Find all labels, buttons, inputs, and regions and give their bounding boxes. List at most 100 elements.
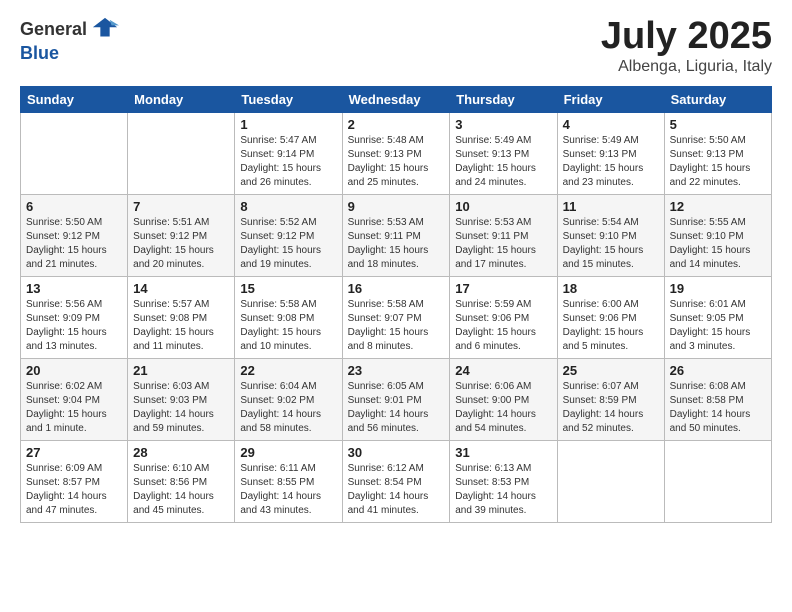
day-detail: Sunrise: 5:54 AMSunset: 9:10 PMDaylight:… <box>563 216 659 272</box>
location: Albenga, Liguria, Italy <box>601 58 772 76</box>
calendar-week-row: 6 Sunrise: 5:50 AMSunset: 9:12 PMDaylight… <box>21 194 772 276</box>
day-number: 24 <box>455 363 551 378</box>
calendar-cell: 11 Sunrise: 5:54 AMSunset: 9:10 PMDayligh… <box>557 194 664 276</box>
day-detail: Sunrise: 6:08 AMSunset: 8:58 PMDaylight:… <box>670 380 766 436</box>
day-detail: Sunrise: 5:58 AMSunset: 9:07 PMDaylight:… <box>348 298 445 354</box>
day-number: 13 <box>26 281 122 296</box>
day-number: 30 <box>348 445 445 460</box>
day-detail: Sunrise: 6:06 AMSunset: 9:00 PMDaylight:… <box>455 380 551 436</box>
calendar-cell: 7Sunrise: 5:51 AMSunset: 9:12 PMDaylight… <box>128 194 235 276</box>
calendar-cell <box>664 440 771 522</box>
calendar-cell: 17Sunrise: 5:59 AMSunset: 9:06 PMDayligh… <box>450 276 557 358</box>
day-detail: Sunrise: 5:48 AMSunset: 9:13 PMDaylight:… <box>348 134 445 190</box>
calendar-cell: 25 Sunrise: 6:07 AMSunset: 8:59 PMDayligh… <box>557 358 664 440</box>
day-number: 9 <box>348 199 445 214</box>
day-number: 3 <box>455 117 551 132</box>
day-number: 18 <box>563 281 659 296</box>
calendar-cell: 16Sunrise: 5:58 AMSunset: 9:07 PMDayligh… <box>342 276 450 358</box>
calendar-week-row: 20Sunrise: 6:02 AMSunset: 9:04 PMDayligh… <box>21 358 772 440</box>
calendar-cell: 31 Sunrise: 6:13 AMSunset: 8:53 PMDayligh… <box>450 440 557 522</box>
calendar-cell: 27Sunrise: 6:09 AMSunset: 8:57 PMDayligh… <box>21 440 128 522</box>
day-number: 5 <box>670 117 766 132</box>
day-number: 8 <box>240 199 336 214</box>
calendar-cell <box>128 112 235 194</box>
day-detail: Sunrise: 5:55 AMSunset: 9:10 PMDaylight:… <box>670 216 766 272</box>
day-detail: Sunrise: 6:01 AMSunset: 9:05 PMDaylight:… <box>670 298 766 354</box>
title-block: July 2025 Albenga, Liguria, Italy <box>601 16 772 76</box>
calendar-cell: 23Sunrise: 6:05 AMSunset: 9:01 PMDayligh… <box>342 358 450 440</box>
month-title: July 2025 <box>601 16 772 58</box>
calendar-week-row: 27Sunrise: 6:09 AMSunset: 8:57 PMDayligh… <box>21 440 772 522</box>
calendar-cell: 13 Sunrise: 5:56 AMSunset: 9:09 PMDayligh… <box>21 276 128 358</box>
calendar-cell: 8 Sunrise: 5:52 AMSunset: 9:12 PMDaylight… <box>235 194 342 276</box>
day-number: 11 <box>563 199 659 214</box>
calendar-header-row: Sunday Monday Tuesday Wednesday Thursday… <box>21 86 772 112</box>
day-number: 14 <box>133 281 229 296</box>
day-number: 22 <box>240 363 336 378</box>
day-detail: Sunrise: 5:58 AMSunset: 9:08 PMDaylight:… <box>240 298 336 354</box>
calendar-cell: 2 Sunrise: 5:48 AMSunset: 9:13 PMDaylight… <box>342 112 450 194</box>
calendar-cell: 9 Sunrise: 5:53 AMSunset: 9:11 PMDaylight… <box>342 194 450 276</box>
calendar-cell: 19 Sunrise: 6:01 AMSunset: 9:05 PMDayligh… <box>664 276 771 358</box>
calendar-cell: 30Sunrise: 6:12 AMSunset: 8:54 PMDayligh… <box>342 440 450 522</box>
day-number: 28 <box>133 445 229 460</box>
logo: General Blue <box>20 16 119 64</box>
day-number: 31 <box>455 445 551 460</box>
calendar-cell: 22Sunrise: 6:04 AMSunset: 9:02 PMDayligh… <box>235 358 342 440</box>
calendar-cell: 4Sunrise: 5:49 AMSunset: 9:13 PMDaylight… <box>557 112 664 194</box>
calendar-cell: 20Sunrise: 6:02 AMSunset: 9:04 PMDayligh… <box>21 358 128 440</box>
day-detail: Sunrise: 5:49 AMSunset: 9:13 PMDaylight:… <box>455 134 551 190</box>
day-detail: Sunrise: 6:13 AMSunset: 8:53 PMDaylight:… <box>455 462 551 518</box>
col-friday: Friday <box>557 86 664 112</box>
calendar-cell: 15 Sunrise: 5:58 AMSunset: 9:08 PMDayligh… <box>235 276 342 358</box>
day-number: 7 <box>133 199 229 214</box>
calendar-cell: 29 Sunrise: 6:11 AMSunset: 8:55 PMDayligh… <box>235 440 342 522</box>
day-detail: Sunrise: 6:02 AMSunset: 9:04 PMDaylight:… <box>26 380 122 436</box>
calendar-cell: 26 Sunrise: 6:08 AMSunset: 8:58 PMDayligh… <box>664 358 771 440</box>
day-number: 21 <box>133 363 229 378</box>
col-saturday: Saturday <box>664 86 771 112</box>
day-number: 2 <box>348 117 445 132</box>
day-number: 15 <box>240 281 336 296</box>
calendar-table: Sunday Monday Tuesday Wednesday Thursday… <box>20 86 772 523</box>
day-detail: Sunrise: 6:03 AMSunset: 9:03 PMDaylight:… <box>133 380 229 436</box>
day-detail: Sunrise: 5:53 AMSunset: 9:11 PMDaylight:… <box>455 216 551 272</box>
day-number: 6 <box>26 199 122 214</box>
day-detail: Sunrise: 5:57 AMSunset: 9:08 PMDaylight:… <box>133 298 229 354</box>
day-number: 10 <box>455 199 551 214</box>
day-detail: Sunrise: 5:53 AMSunset: 9:11 PMDaylight:… <box>348 216 445 272</box>
logo-bird-icon <box>91 16 119 44</box>
day-detail: Sunrise: 5:47 AMSunset: 9:14 PMDaylight:… <box>240 134 336 190</box>
day-number: 12 <box>670 199 766 214</box>
day-detail: Sunrise: 5:49 AMSunset: 9:13 PMDaylight:… <box>563 134 659 190</box>
calendar-cell <box>21 112 128 194</box>
calendar-cell: 1 Sunrise: 5:47 AMSunset: 9:14 PMDaylight… <box>235 112 342 194</box>
day-number: 29 <box>240 445 336 460</box>
col-monday: Monday <box>128 86 235 112</box>
day-number: 19 <box>670 281 766 296</box>
calendar-cell: 21 Sunrise: 6:03 AMSunset: 9:03 PMDayligh… <box>128 358 235 440</box>
calendar-cell: 10 Sunrise: 5:53 AMSunset: 9:11 PMDayligh… <box>450 194 557 276</box>
day-detail: Sunrise: 5:56 AMSunset: 9:09 PMDaylight:… <box>26 298 122 354</box>
col-sunday: Sunday <box>21 86 128 112</box>
day-detail: Sunrise: 6:07 AMSunset: 8:59 PMDaylight:… <box>563 380 659 436</box>
calendar-cell <box>557 440 664 522</box>
col-thursday: Thursday <box>450 86 557 112</box>
header: General Blue July 2025 Albenga, Liguria,… <box>20 16 772 76</box>
calendar-cell: 28 Sunrise: 6:10 AMSunset: 8:56 PMDayligh… <box>128 440 235 522</box>
day-detail: Sunrise: 5:50 AMSunset: 9:12 PMDaylight:… <box>26 216 122 272</box>
day-detail: Sunrise: 6:10 AMSunset: 8:56 PMDaylight:… <box>133 462 229 518</box>
day-detail: Sunrise: 6:11 AMSunset: 8:55 PMDaylight:… <box>240 462 336 518</box>
calendar-cell: 24 Sunrise: 6:06 AMSunset: 9:00 PMDayligh… <box>450 358 557 440</box>
logo-blue-text: Blue <box>20 43 59 63</box>
calendar-week-row: 13 Sunrise: 5:56 AMSunset: 9:09 PMDayligh… <box>21 276 772 358</box>
calendar-cell: 18Sunrise: 6:00 AMSunset: 9:06 PMDayligh… <box>557 276 664 358</box>
calendar-cell: 14 Sunrise: 5:57 AMSunset: 9:08 PMDayligh… <box>128 276 235 358</box>
day-detail: Sunrise: 5:52 AMSunset: 9:12 PMDaylight:… <box>240 216 336 272</box>
day-number: 1 <box>240 117 336 132</box>
day-number: 25 <box>563 363 659 378</box>
day-detail: Sunrise: 6:09 AMSunset: 8:57 PMDaylight:… <box>26 462 122 518</box>
col-wednesday: Wednesday <box>342 86 450 112</box>
day-number: 26 <box>670 363 766 378</box>
calendar-cell: 5Sunrise: 5:50 AMSunset: 9:13 PMDaylight… <box>664 112 771 194</box>
